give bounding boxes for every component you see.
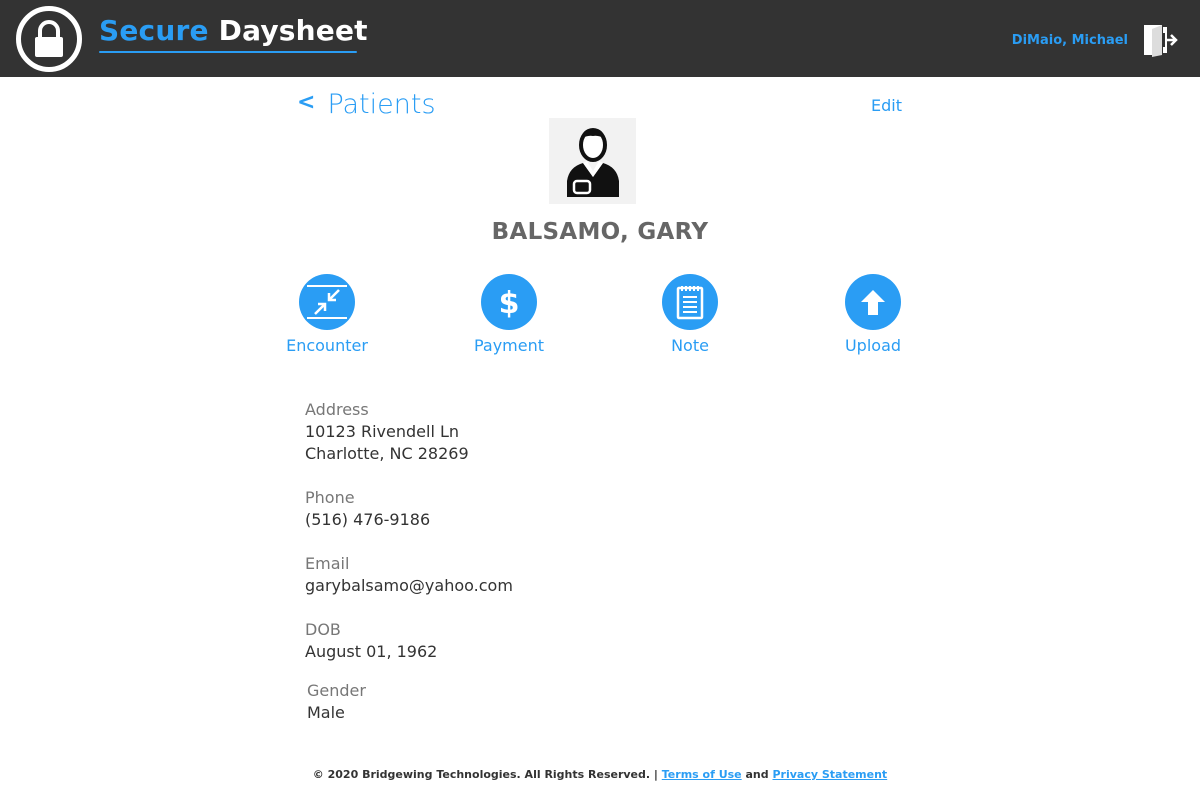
phone-value: (516) 476-9186 <box>305 510 431 529</box>
payment-label: Payment <box>473 336 545 355</box>
note-button[interactable]: Note <box>630 274 750 355</box>
email-label: Email <box>305 554 350 573</box>
app-title[interactable]: Secure Daysheet <box>99 14 368 47</box>
email-value: garybalsamo@yahoo.com <box>305 576 513 595</box>
edit-link[interactable]: Edit <box>871 96 902 115</box>
phone-field: Phone (516) 476-9186 <box>305 487 430 531</box>
upload-arrow-icon <box>845 274 901 330</box>
address-label: Address <box>305 400 369 419</box>
title-underline <box>99 51 357 53</box>
gender-label: Gender <box>307 681 366 700</box>
note-icon <box>662 274 718 330</box>
gender-field: Gender Male <box>307 680 366 724</box>
address-line1: 10123 Rivendell Ln <box>305 422 460 441</box>
address-line2: Charlotte, NC 28269 <box>305 444 469 463</box>
svg-text:$: $ <box>499 286 520 320</box>
upload-button[interactable]: Upload <box>813 274 933 355</box>
upload-label: Upload <box>844 336 902 355</box>
user-name[interactable]: DiMaio, Michael <box>1012 33 1128 48</box>
address-field: Address 10123 Rivendell Ln Charlotte, NC… <box>305 399 469 465</box>
phone-label: Phone <box>305 488 355 507</box>
back-chevron-icon: < <box>297 90 316 115</box>
dob-field: DOB August 01, 1962 <box>305 619 437 663</box>
dollar-icon: $ <box>481 274 537 330</box>
encounter-button[interactable]: Encounter <box>267 274 387 355</box>
gender-value: Male <box>307 703 345 722</box>
privacy-statement-link[interactable]: Privacy Statement <box>772 768 887 781</box>
dob-label: DOB <box>305 620 341 639</box>
arrows-in-icon <box>299 274 355 330</box>
patient-avatar <box>549 118 636 204</box>
payment-button[interactable]: $ Payment <box>449 274 569 355</box>
person-icon <box>566 128 619 197</box>
dob-value: August 01, 1962 <box>305 642 438 661</box>
footer-and-text: and <box>745 768 769 781</box>
copyright-text: © 2020 Bridgewing Technologies. All Righ… <box>312 768 658 781</box>
logout-icon[interactable] <box>1142 23 1178 57</box>
terms-of-use-link[interactable]: Terms of Use <box>662 768 742 781</box>
note-label: Note <box>671 336 709 355</box>
email-field: Email garybalsamo@yahoo.com <box>305 553 513 597</box>
top-bar: Secure Daysheet DiMaio, Michael <box>0 0 1200 77</box>
lock-logo-icon <box>16 6 82 72</box>
patient-name: BALSAMO, GARY <box>491 219 709 245</box>
back-to-patients-link[interactable]: < Patients <box>297 89 436 120</box>
back-link-label: Patients <box>327 89 436 120</box>
encounter-label: Encounter <box>286 336 368 355</box>
footer: © 2020 Bridgewing Technologies. All Righ… <box>0 768 1200 781</box>
action-buttons: Encounter $ Payment Note Upload <box>0 274 1200 364</box>
